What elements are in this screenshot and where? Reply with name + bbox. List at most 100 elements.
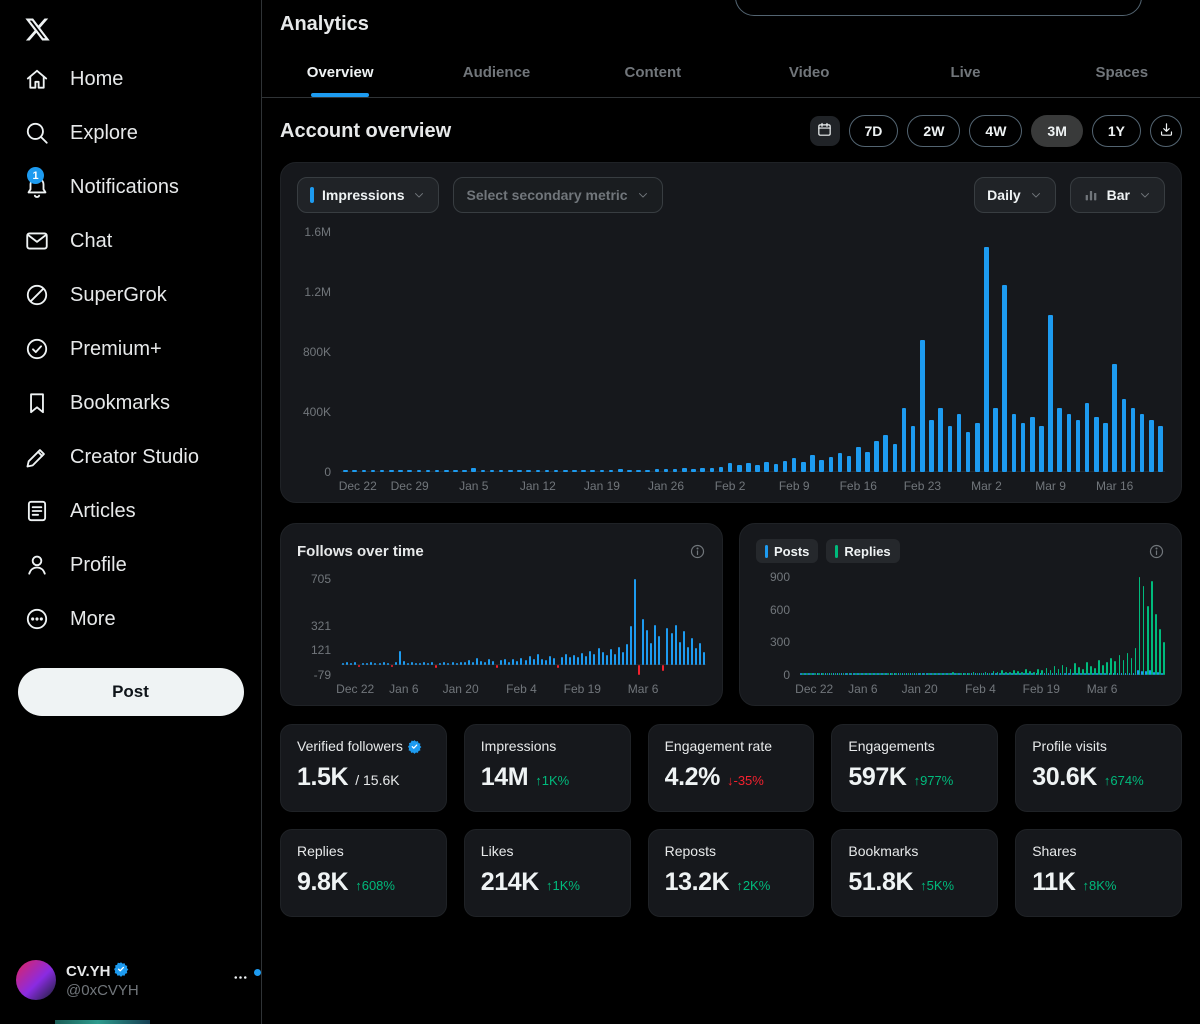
follows-chart[interactable]: 705 321 121 -79 Dec 22 Jan 6 Jan 20 Feb 4 Feb 19… bbox=[297, 572, 706, 697]
sidebar-item-articles[interactable]: Articles bbox=[16, 484, 245, 538]
post-button[interactable]: Post bbox=[17, 668, 244, 716]
sidebar-item-bookmarks[interactable]: Bookmarks bbox=[16, 376, 245, 430]
sidebar-item-profile[interactable]: Profile bbox=[16, 538, 245, 592]
legend-posts[interactable]: Posts bbox=[756, 539, 819, 563]
sidebar-item-creator-studio[interactable]: Creator Studio bbox=[16, 430, 245, 484]
x-axis-label: Feb 2 bbox=[714, 479, 746, 493]
sidebar-item-label: Profile bbox=[70, 553, 127, 576]
bar-follows bbox=[516, 660, 519, 666]
bar-follows bbox=[674, 624, 677, 666]
x-axis-label: Jan 6 bbox=[848, 682, 878, 696]
posts-replies-chart[interactable]: 900 600 300 0 Dec 22 Jan 6 Jan 20 Feb 4 Feb 19 Ma… bbox=[756, 570, 1165, 697]
stat-delta: ↑1K% bbox=[535, 773, 570, 788]
chart-column bbox=[561, 225, 570, 472]
bar-follows bbox=[654, 624, 657, 666]
chart-type-dropdown[interactable]: Bar bbox=[1069, 177, 1165, 213]
download-button[interactable] bbox=[1150, 115, 1182, 147]
bar-follows bbox=[402, 661, 405, 666]
search-bar[interactable] bbox=[735, 0, 1142, 16]
stat-value: 1.5K bbox=[297, 763, 349, 791]
info-icon[interactable] bbox=[689, 543, 706, 560]
account-more-icon[interactable] bbox=[229, 969, 261, 991]
premium-check-icon bbox=[24, 336, 50, 362]
sidebar-item-premium[interactable]: Premium+ bbox=[16, 322, 245, 376]
tab-spaces[interactable]: Spaces bbox=[1044, 47, 1200, 97]
tab-video[interactable]: Video bbox=[731, 47, 887, 97]
tab-content[interactable]: Content bbox=[575, 47, 731, 97]
sidebar-item-notifications[interactable]: 1 Notifications bbox=[16, 160, 245, 214]
chart-column bbox=[542, 225, 551, 472]
legend-replies[interactable]: Replies bbox=[826, 539, 900, 563]
chart-column bbox=[652, 225, 661, 472]
sidebar-item-label: Explore bbox=[70, 121, 138, 144]
stat-card-profile-visits[interactable]: Profile visits 30.6K ↑674% bbox=[1015, 724, 1182, 812]
chart-column bbox=[607, 225, 616, 472]
bar-impressions bbox=[1011, 413, 1017, 472]
stat-card-shares[interactable]: Shares 11K ↑8K% bbox=[1015, 829, 1182, 917]
stat-card-engagements[interactable]: Engagements 597K ↑977% bbox=[831, 724, 999, 812]
tab-overview[interactable]: Overview bbox=[262, 47, 418, 97]
chart-column bbox=[918, 225, 927, 472]
chart-column bbox=[991, 225, 1000, 472]
sidebar-item-home[interactable]: Home bbox=[16, 52, 245, 106]
bar-impressions bbox=[773, 463, 779, 472]
verified-badge-icon bbox=[113, 961, 129, 981]
chart-column bbox=[552, 225, 561, 472]
tab-live[interactable]: Live bbox=[887, 47, 1043, 97]
stat-card-impressions[interactable]: Impressions 14M ↑1K% bbox=[463, 724, 631, 812]
range-controls: 7D 2W 4W 3M 1Y bbox=[809, 115, 1182, 147]
stat-label: Engagement rate bbox=[664, 738, 772, 754]
x-axis-label: Dec 22 bbox=[795, 682, 834, 696]
range-pill-2w[interactable]: 2W bbox=[907, 115, 961, 147]
interval-dropdown[interactable]: Daily bbox=[974, 177, 1056, 213]
primary-metric-dropdown[interactable]: Impressions bbox=[297, 177, 440, 213]
follows-chart-card: Follows over time 705 321 121 -79 Dec 22 Jan … bbox=[280, 523, 723, 706]
bar-follows bbox=[601, 652, 604, 666]
account-switcher[interactable]: CV.YH @0xCVYH bbox=[16, 960, 261, 1000]
sidebar-item-explore[interactable]: Explore bbox=[16, 106, 245, 160]
chart-column bbox=[716, 225, 725, 472]
stat-card-reposts[interactable]: Reposts 13.2K ↑2K% bbox=[647, 829, 815, 917]
secondary-metric-dropdown[interactable]: Select secondary metric bbox=[453, 177, 663, 213]
sidebar-item-more[interactable]: More bbox=[16, 592, 245, 646]
impressions-chart[interactable]: 1.6M 1.2M 800K 400K 0 Dec 22 Dec 29 Jan 5 Jan 12… bbox=[297, 225, 1165, 494]
bar-impressions bbox=[782, 461, 788, 472]
chart-column bbox=[899, 225, 908, 472]
bar-impressions bbox=[1139, 413, 1145, 472]
stats-grid: Verified followers 1.5K / 15.6K Impressions… bbox=[280, 724, 1182, 917]
bar-follows bbox=[540, 658, 543, 666]
bar-follows bbox=[686, 646, 689, 666]
home-icon bbox=[24, 66, 50, 92]
bar-impressions bbox=[874, 440, 879, 472]
stat-label: Shares bbox=[1032, 843, 1077, 859]
calendar-icon bbox=[816, 121, 833, 141]
x-logo-icon[interactable] bbox=[20, 12, 54, 46]
sidebar-item-chat[interactable]: Chat bbox=[16, 214, 245, 268]
range-pill-1y[interactable]: 1Y bbox=[1091, 115, 1141, 147]
stat-card-verified-followers[interactable]: Verified followers 1.5K / 15.6K bbox=[280, 724, 447, 812]
calendar-button[interactable] bbox=[809, 116, 840, 146]
range-pill-3m[interactable]: 3M bbox=[1031, 115, 1083, 147]
tab-audience[interactable]: Audience bbox=[418, 47, 574, 97]
stat-card-engagement-rate[interactable]: Engagement rate 4.2% ↓-35% bbox=[647, 724, 815, 812]
chart-column bbox=[359, 225, 368, 472]
bar-impressions bbox=[791, 457, 797, 472]
sidebar-item-supergrok[interactable]: SuperGrok bbox=[16, 268, 245, 322]
chart-column bbox=[680, 225, 689, 472]
bar-follows bbox=[475, 657, 478, 666]
bar-impressions bbox=[993, 407, 998, 472]
range-pill-7d[interactable]: 7D bbox=[848, 115, 899, 147]
bar-follows bbox=[589, 650, 592, 666]
stat-card-bookmarks[interactable]: Bookmarks 51.8K ↑5K% bbox=[831, 829, 999, 917]
stat-card-likes[interactable]: Likes 214K ↑1K% bbox=[463, 829, 631, 917]
bar-follows bbox=[625, 644, 628, 666]
stat-delta: ↑674% bbox=[1103, 773, 1144, 788]
stat-label: Profile visits bbox=[1032, 738, 1107, 754]
info-icon[interactable] bbox=[1148, 543, 1165, 560]
bar-follows bbox=[650, 643, 653, 666]
range-pill-4w[interactable]: 4W bbox=[969, 115, 1023, 147]
chart-column bbox=[771, 225, 780, 472]
stat-card-replies[interactable]: Replies 9.8K ↑608% bbox=[280, 829, 447, 917]
stat-delta: ↓-35% bbox=[726, 773, 764, 788]
bar-replies bbox=[1163, 642, 1165, 675]
